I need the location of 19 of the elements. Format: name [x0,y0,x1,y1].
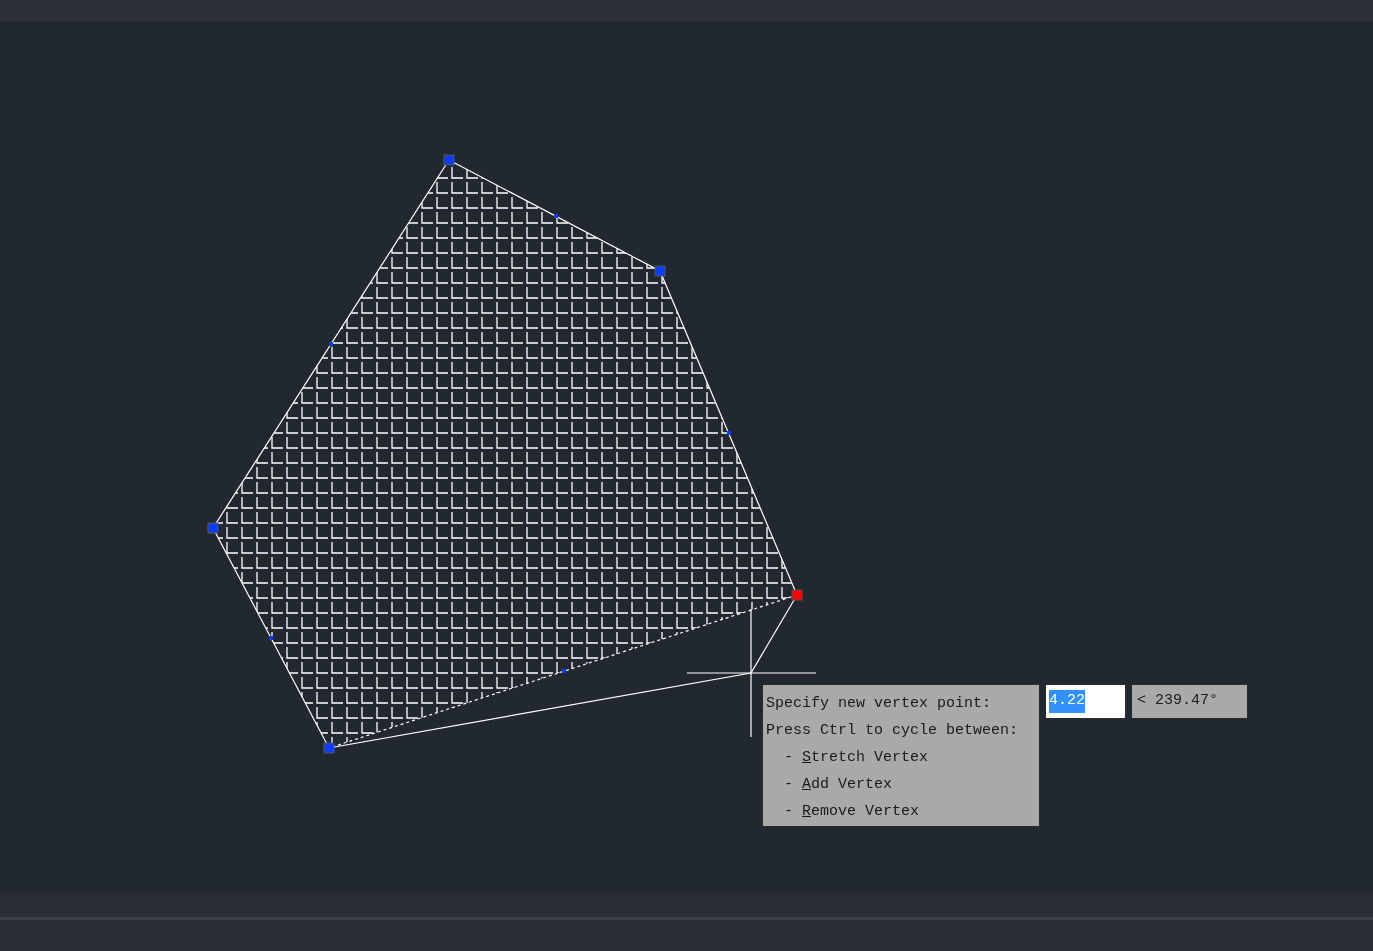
vertex-grip[interactable] [207,522,219,534]
midpoint-grip[interactable] [554,214,558,218]
angle-input[interactable]: < 239.47° [1131,684,1248,719]
prompt-text: Specify new vertex point: [766,694,993,714]
vertex-grip[interactable] [323,742,335,754]
midpoint-grip[interactable] [727,431,731,435]
option-text: Stretch Vertex [802,748,929,768]
midpoint-grip[interactable] [329,342,333,346]
dash-mark: - [784,802,793,822]
prompt-text: Press Ctrl to cycle between: [766,721,1020,741]
midpoint-grip[interactable] [269,636,273,640]
vertex-grip[interactable] [791,589,803,601]
dash-mark: - [784,775,793,795]
vertex-grip[interactable] [443,154,455,166]
option-text: Remove Vertex [802,802,920,822]
dash-mark: - [784,748,793,768]
vertex-grip[interactable] [654,265,666,277]
midpoint-grip[interactable] [562,669,566,673]
option-text: Add Vertex [802,775,893,795]
